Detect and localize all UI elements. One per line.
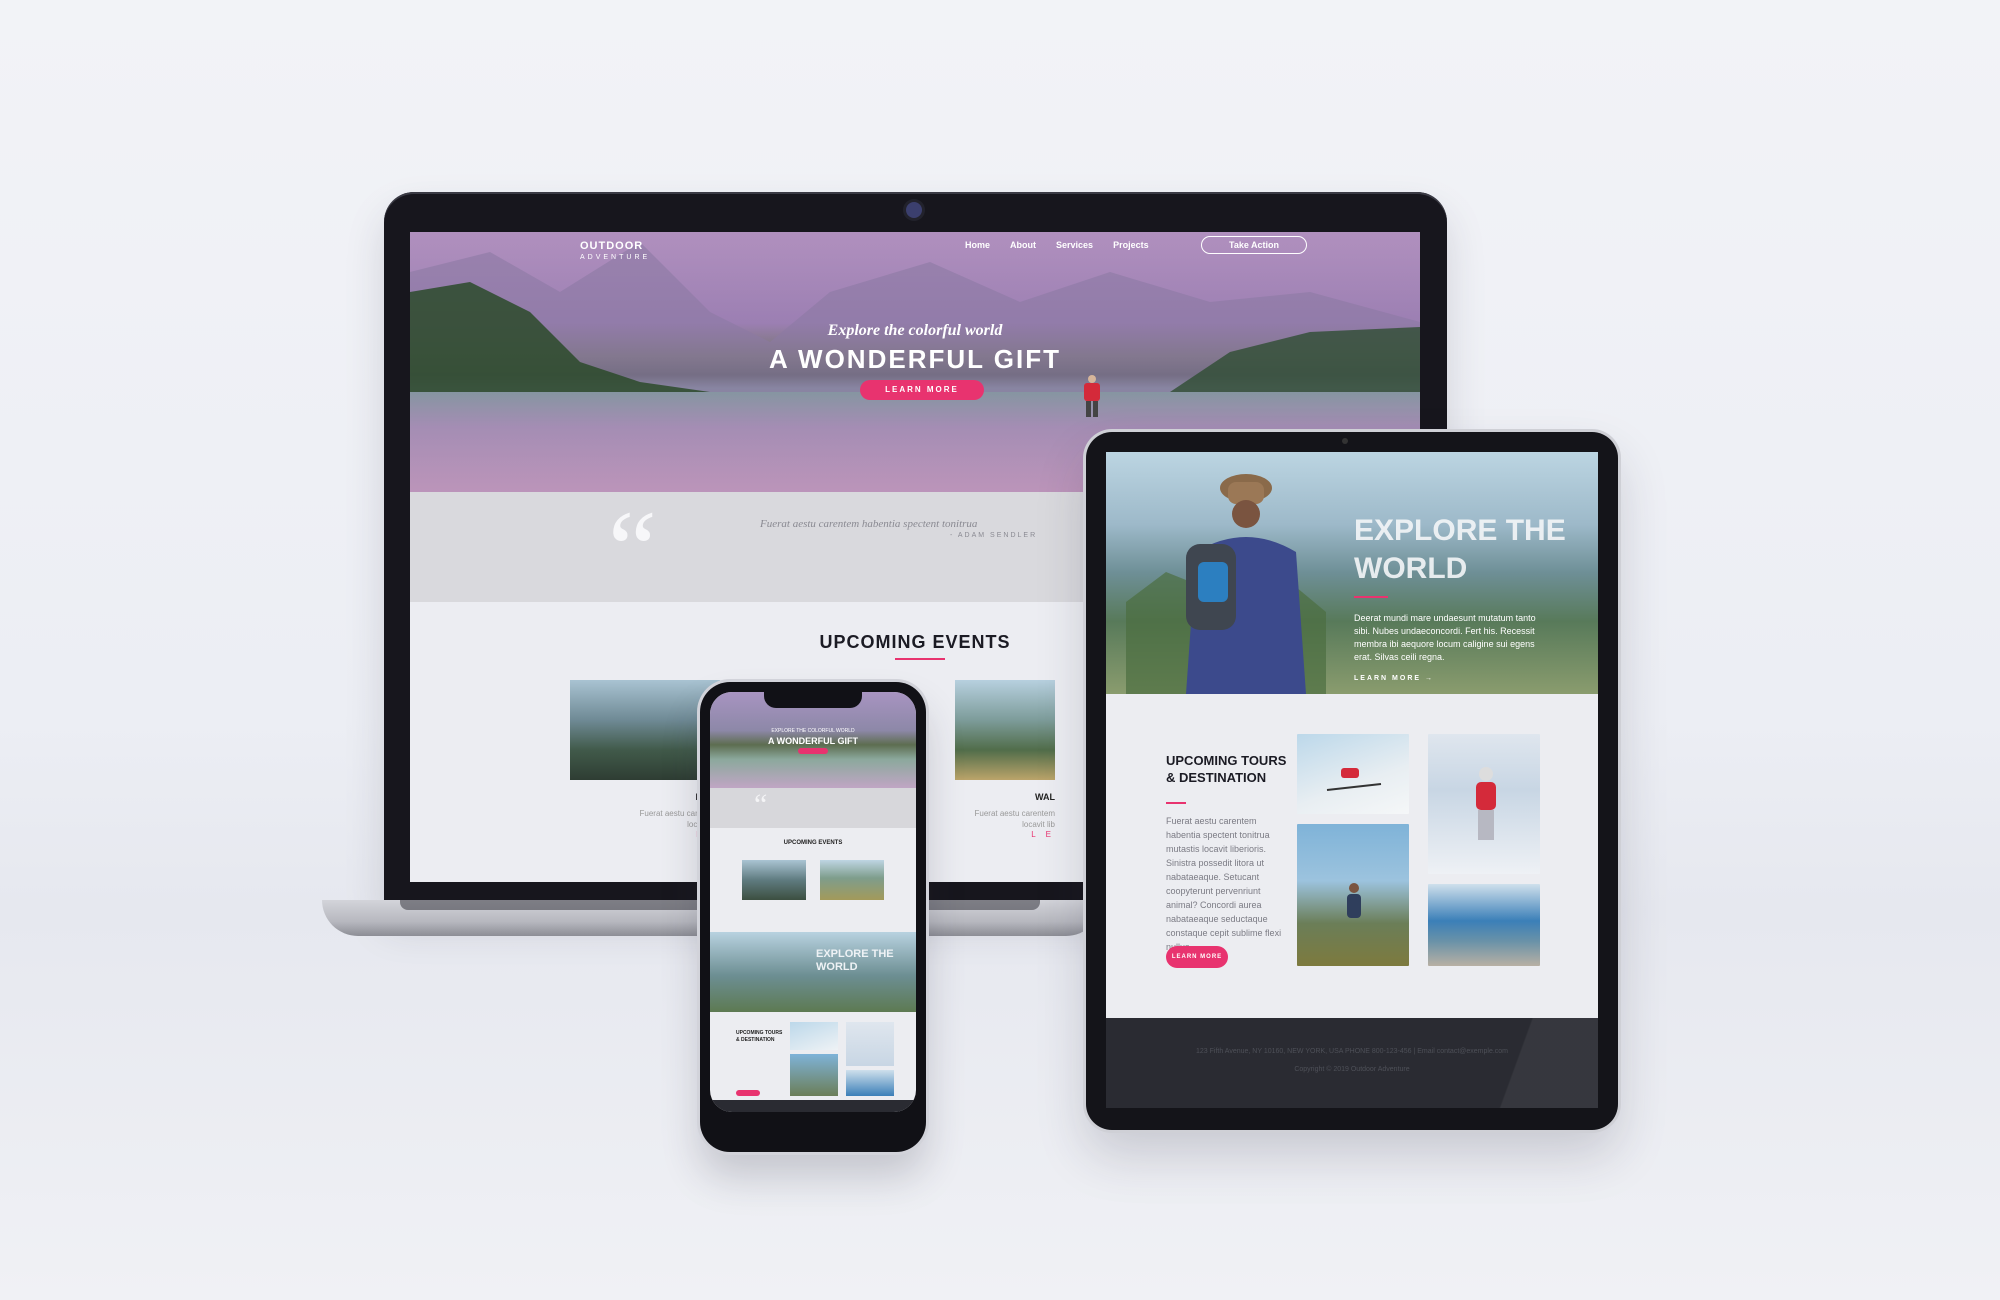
event-card-link[interactable]: L E xyxy=(905,830,1055,839)
phone-explore-title-line: WORLD xyxy=(816,961,858,973)
phone-hero-title: A WONDERFUL GIFT xyxy=(768,736,858,746)
explore-divider xyxy=(1354,596,1388,598)
event-card-text-line: Fuerat aestu carentem xyxy=(974,809,1055,818)
phone-tours-button[interactable] xyxy=(736,1090,760,1096)
quote-text: Fuerat aestu carentem habentia spectent … xyxy=(760,518,978,530)
phone-quote-section xyxy=(710,788,916,828)
explore-title: EXPLORE THE WORLD xyxy=(1354,512,1566,588)
tours-text: Fuerat aestu carentem habentia spectent … xyxy=(1166,816,1282,952)
explore-text: Deerat mundi mare undaesunt mutatum tant… xyxy=(1354,613,1536,662)
event-card-text-line: locavit lib xyxy=(1022,820,1055,829)
phone-screen: EXPLORE THE COLORFUL WORLD A WONDERFUL G… xyxy=(710,692,916,1112)
phone-tour-image[interactable] xyxy=(846,1070,894,1096)
phone-tours-heading: UPCOMING TOURS & DESTINATION xyxy=(736,1030,783,1043)
tours-learn-more-button[interactable]: LEARN MORE xyxy=(1166,946,1228,968)
explore-learn-more-link[interactable]: LEARN MORE → xyxy=(1354,675,1434,682)
event-card-text: Fuerat aestu carentem locavit lib xyxy=(570,808,720,830)
phone-event-image[interactable] xyxy=(742,860,806,900)
heading-divider xyxy=(895,658,945,660)
explore-title-line: WORLD xyxy=(1354,552,1468,585)
snow-hiker-figure xyxy=(1476,767,1496,840)
screen-glare xyxy=(1466,1018,1598,1108)
skier-image[interactable] xyxy=(1297,734,1409,814)
phone-learn-more-button[interactable] xyxy=(798,748,828,754)
phone-explore-title-line: EXPLORE THE xyxy=(816,948,894,960)
tablet-screen: EXPLORE THE WORLD Deerat mundi mare unda… xyxy=(1106,452,1598,1108)
snow-hiker-image[interactable] xyxy=(1428,734,1540,874)
nav-home[interactable]: Home xyxy=(965,240,990,250)
quote-author: - ADAM SENDLER xyxy=(950,532,1038,539)
logo-text: OUTDOOR xyxy=(580,240,644,252)
hero-title: A WONDERFUL GIFT xyxy=(769,344,1061,374)
nav-projects[interactable]: Projects xyxy=(1113,240,1149,250)
take-action-button[interactable]: Take Action xyxy=(1201,236,1307,254)
event-card-text: Fuerat aestu carentem locavit lib xyxy=(905,808,1055,830)
site-logo[interactable]: OUTDOOR ADVENTURE xyxy=(580,240,650,264)
phone-notch xyxy=(764,692,862,708)
event-card-title[interactable]: EVER xyxy=(570,792,720,802)
skier-figure xyxy=(1326,768,1382,791)
logo-subtext: ADVENTURE xyxy=(580,254,651,261)
hiker-figure xyxy=(1084,375,1100,417)
learn-more-button[interactable]: LEARN MORE xyxy=(860,380,984,400)
event-card-title[interactable]: WAL xyxy=(905,792,1055,802)
tours-divider xyxy=(1166,802,1186,804)
phone-explore-title: EXPLORE THE WORLD xyxy=(816,948,894,974)
mountain-view-image[interactable] xyxy=(1297,824,1409,966)
main-nav: Home About Services Projects xyxy=(965,240,1149,250)
phone-tour-image[interactable] xyxy=(790,1022,838,1050)
nav-services[interactable]: Services xyxy=(1056,240,1093,250)
webcam-icon xyxy=(906,202,922,218)
phone-quote-icon: “ xyxy=(754,788,768,821)
phone-hero-tagline: EXPLORE THE COLORFUL WORLD xyxy=(771,728,855,734)
traveler-figure xyxy=(1126,474,1326,694)
phone-tour-image[interactable] xyxy=(846,1022,894,1066)
nav-about[interactable]: About xyxy=(1010,240,1036,250)
quote-icon: “ xyxy=(608,488,657,610)
event-card-image[interactable] xyxy=(955,680,1055,780)
hero-tagline: Explore the colorful world xyxy=(827,322,1003,339)
tablet-camera-icon xyxy=(1342,438,1348,444)
phone-tour-image[interactable] xyxy=(790,1054,838,1096)
event-card-link[interactable]: L E xyxy=(570,830,720,839)
lake-view-image[interactable] xyxy=(1428,884,1540,966)
event-card-image[interactable] xyxy=(570,680,720,780)
phone-footer xyxy=(710,1100,916,1112)
phone-events-heading: UPCOMING EVENTS xyxy=(783,840,843,846)
explore-title-line: EXPLORE THE xyxy=(1354,514,1566,547)
tours-heading: UPCOMING TOURS & DESTINATION xyxy=(1166,753,1287,785)
phone-event-image[interactable] xyxy=(820,860,884,900)
standing-hiker-figure xyxy=(1347,883,1361,918)
